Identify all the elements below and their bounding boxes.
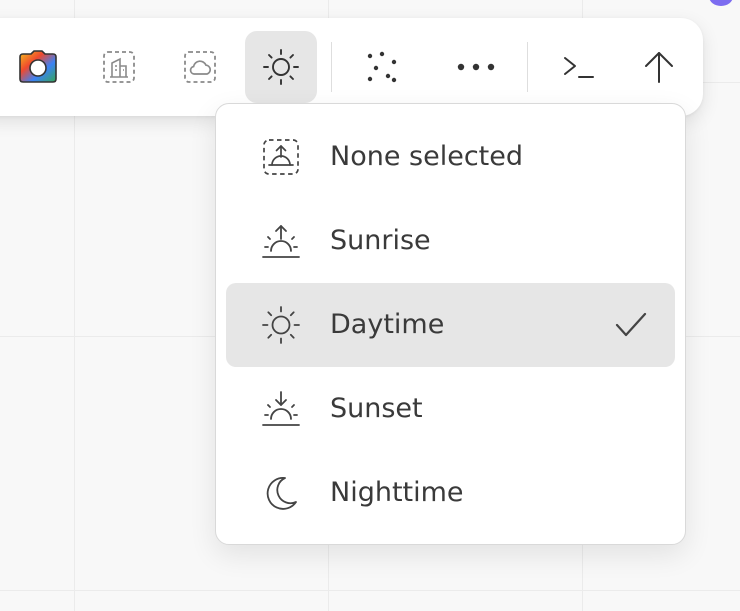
more-horizontal-icon [457, 63, 495, 71]
toolbar-separator [331, 42, 332, 92]
time-of-day-menu: None selected Sunrise Daytime Sunset Nig… [215, 103, 686, 545]
cloud-frame-icon [184, 51, 216, 83]
sun-icon [262, 306, 300, 344]
submit-button[interactable] [623, 31, 695, 103]
menu-item-label: Daytime [330, 309, 445, 340]
more-button[interactable] [440, 31, 512, 103]
sun-icon [263, 49, 299, 85]
menu-item-sunset[interactable]: Sunset [226, 367, 675, 451]
sunrise-icon [262, 225, 300, 258]
menu-item-label: None selected [330, 141, 523, 172]
time-of-day-button[interactable] [245, 31, 317, 103]
notification-dot [709, 0, 733, 6]
arrow-up-icon [645, 52, 673, 83]
toolbar [0, 18, 703, 116]
menu-item-label: Nighttime [330, 477, 464, 508]
scatter-button[interactable] [346, 31, 418, 103]
toolbar-separator [527, 42, 528, 92]
menu-item-label: Sunrise [330, 225, 431, 256]
building-frame-button[interactable] [83, 31, 155, 103]
checkmark-icon [615, 312, 647, 337]
scatter-dots-icon [367, 51, 397, 83]
camera-icon [19, 50, 57, 83]
building-frame-icon [103, 51, 135, 83]
terminal-button[interactable] [543, 31, 615, 103]
cloud-frame-button[interactable] [164, 31, 236, 103]
sunset-icon [262, 391, 300, 426]
menu-item-daytime[interactable]: Daytime [226, 283, 675, 367]
camera-button[interactable] [2, 31, 74, 103]
menu-item-none-selected[interactable]: None selected [226, 115, 675, 199]
terminal-icon [564, 57, 594, 78]
menu-item-label: Sunset [330, 393, 423, 424]
menu-item-sunrise[interactable]: Sunrise [226, 199, 675, 283]
moon-icon [266, 477, 297, 510]
none-selected-icon [263, 139, 299, 175]
menu-item-nighttime[interactable]: Nighttime [226, 451, 675, 535]
